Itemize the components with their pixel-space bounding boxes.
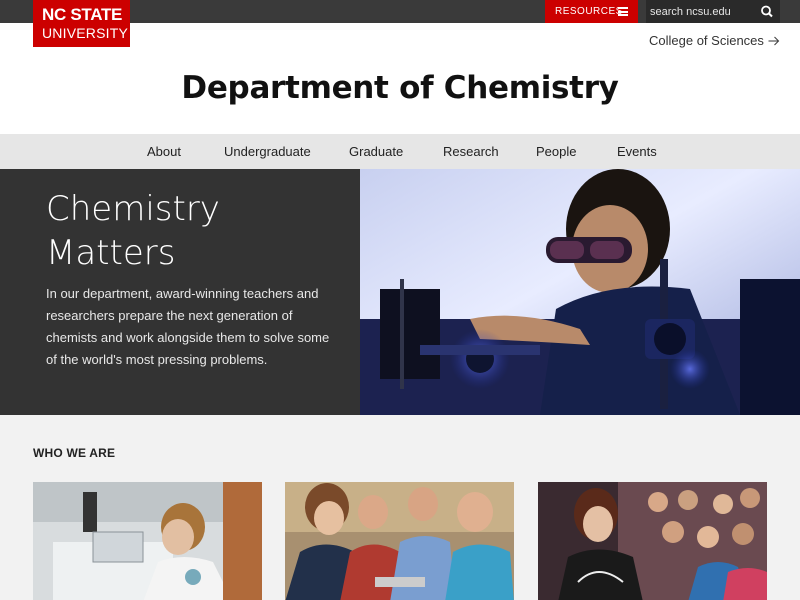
hero-image [360, 169, 800, 415]
search-input[interactable] [650, 3, 754, 20]
page-title: Department of Chemistry [181, 70, 619, 106]
college-link-label: College of Sciences [649, 33, 764, 48]
nav-item-about[interactable]: About [147, 144, 181, 159]
arrow-right-icon [768, 36, 780, 45]
hero-panel: Chemistry Matters In our department, awa… [0, 169, 360, 415]
nav-item-people[interactable]: People [536, 144, 576, 159]
card-lecture-image[interactable] [538, 482, 767, 600]
card-group-image[interactable] [285, 482, 514, 600]
search-icon[interactable] [758, 3, 776, 20]
nav-item-undergraduate[interactable]: Undergraduate [224, 144, 311, 159]
resources-label: RESOURCES [555, 6, 623, 17]
nav-item-graduate[interactable]: Graduate [349, 144, 403, 159]
who-we-are-section: WHO WE ARE [0, 415, 800, 600]
search-box [646, 0, 780, 23]
nav-item-events[interactable]: Events [617, 144, 657, 159]
nav-item-research[interactable]: Research [443, 144, 499, 159]
hero-title-line-2: Matters [46, 233, 176, 273]
resources-button[interactable]: RESOURCES [545, 0, 638, 23]
college-of-sciences-link[interactable]: College of Sciences [649, 33, 780, 48]
card-lab-image[interactable] [33, 482, 262, 600]
logo-line-2: UNIVERSITY [42, 25, 129, 41]
section-heading: WHO WE ARE [33, 446, 116, 460]
hero-title-line-1: Chemistry [46, 189, 220, 229]
menu-icon [618, 7, 628, 16]
logo-line-1: NC STATE [42, 5, 123, 24]
nc-state-logo[interactable]: NC STATE UNIVERSITY [33, 0, 130, 47]
hero-description: In our department, award-winning teacher… [46, 286, 330, 367]
main-nav: About Undergraduate Graduate Research Pe… [0, 134, 800, 169]
hero-title: Chemistry Matters [46, 187, 346, 275]
